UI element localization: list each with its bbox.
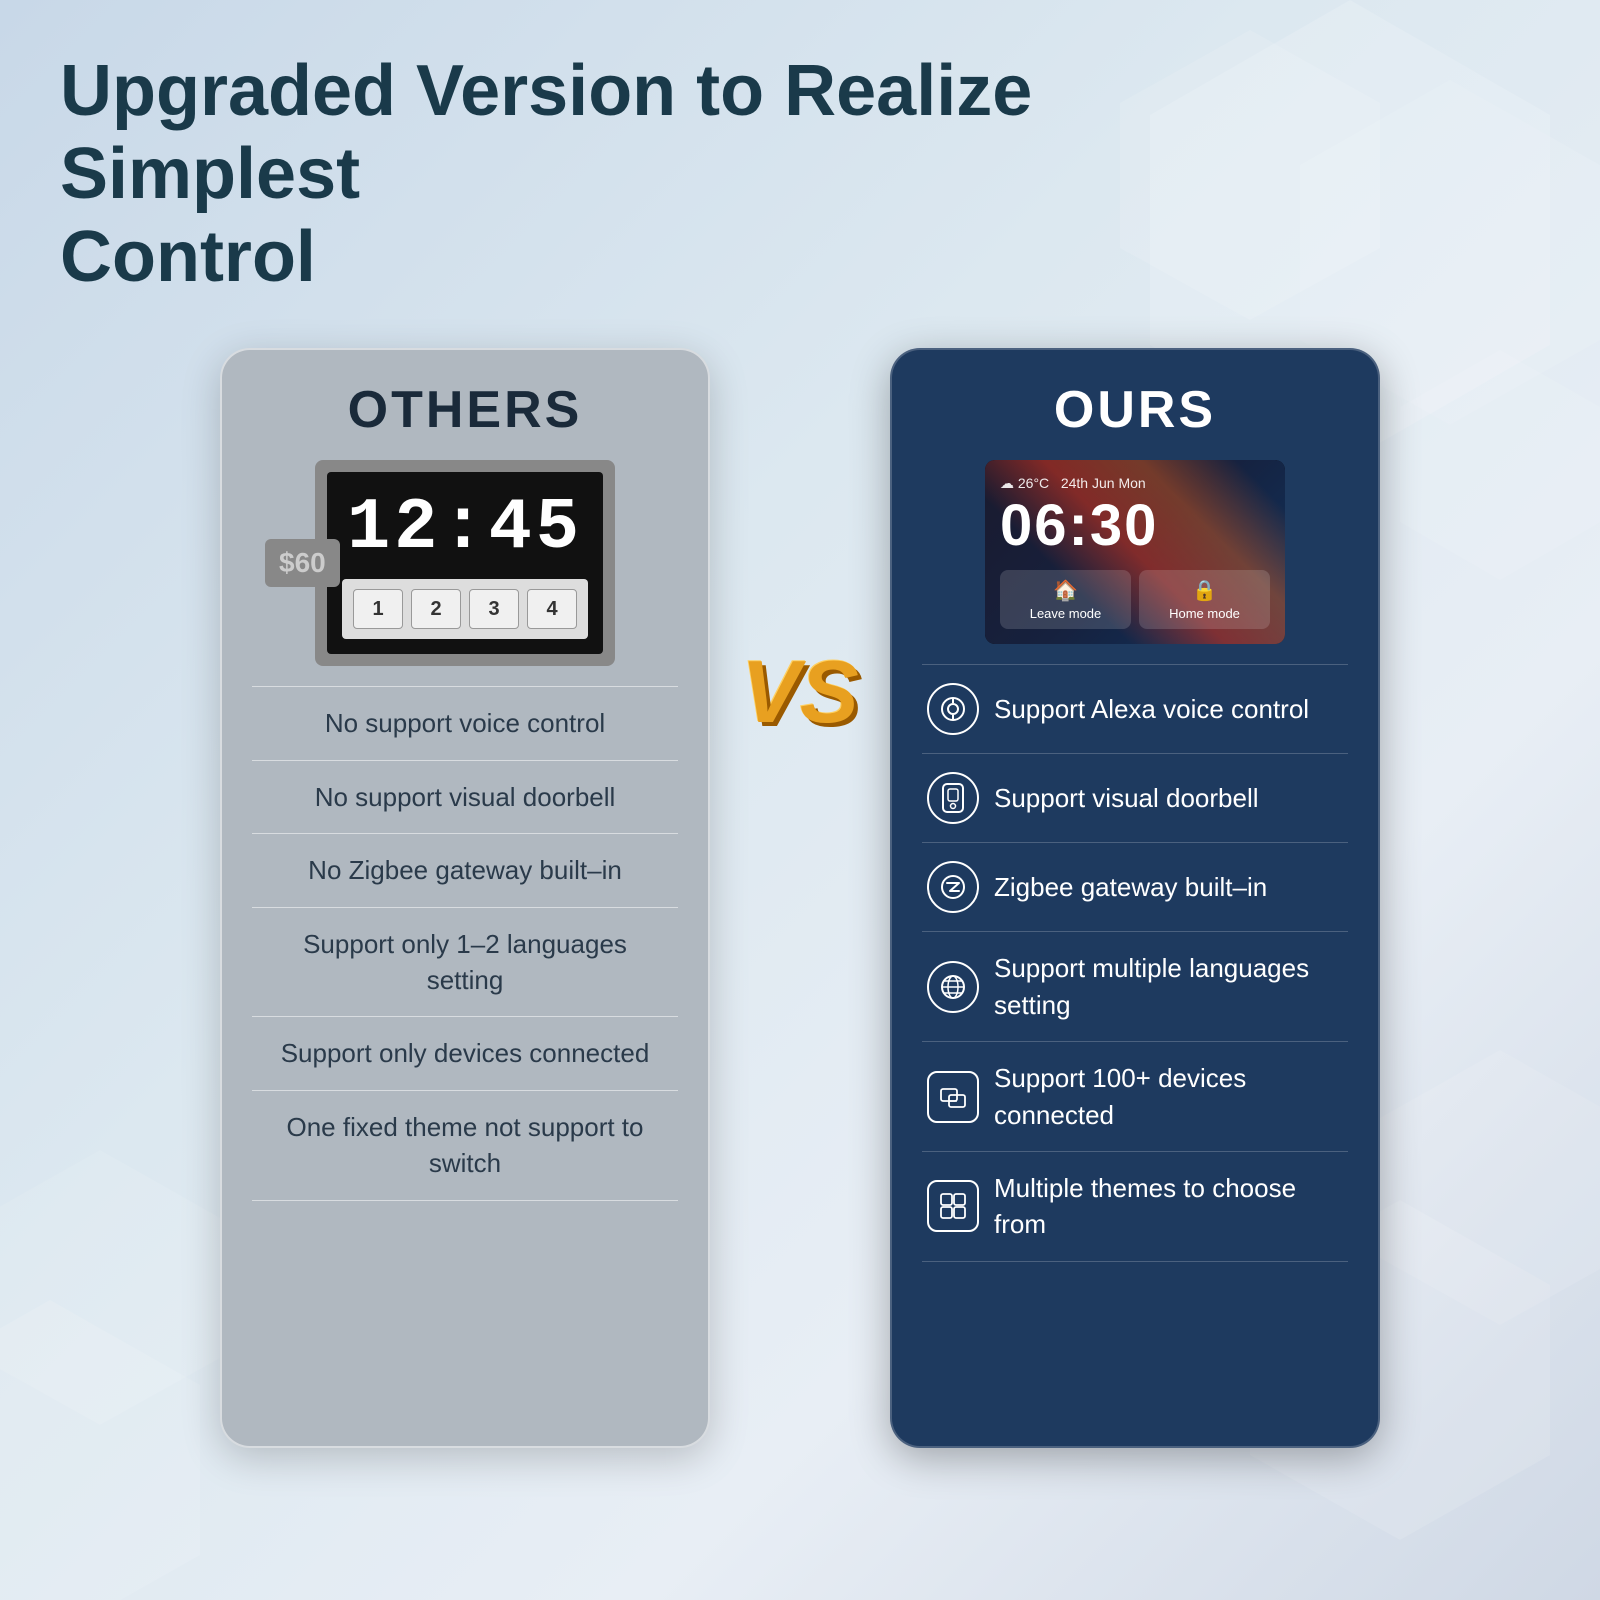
vs-container: VS xyxy=(740,648,860,736)
ours-feature-1: Support Alexa voice control xyxy=(922,664,1348,753)
date-info: 24th Jun Mon xyxy=(1061,475,1146,491)
old-screen: 12:45 1 2 3 4 xyxy=(327,472,603,654)
zigbee-icon xyxy=(927,861,979,913)
ours-feature-3: Zigbee gateway built–in xyxy=(922,842,1348,931)
alexa-icon xyxy=(927,683,979,735)
old-time-display: 12:45 xyxy=(342,492,588,564)
old-device: $60 12:45 1 2 3 4 xyxy=(315,460,615,666)
ours-title: OURS xyxy=(922,380,1348,440)
home-mode-icon: 🔒 xyxy=(1151,578,1258,603)
home-mode-btn: 🔒 Home mode xyxy=(1139,570,1270,629)
ours-card: OURS ☁ 26°C 24th Jun Mon 06:30 🏠 xyxy=(890,348,1380,1448)
new-screen-content: ☁ 26°C 24th Jun Mon 06:30 🏠 Leave mode 🔒 xyxy=(1000,475,1270,629)
new-screen: ☁ 26°C 24th Jun Mon 06:30 🏠 Leave mode 🔒 xyxy=(985,460,1285,644)
others-feature-3: No Zigbee gateway built–in xyxy=(252,833,678,906)
price-tag: $60 xyxy=(265,539,340,587)
ours-feature-list: Support Alexa voice control Support visu… xyxy=(922,664,1348,1261)
old-btn-1: 1 xyxy=(353,589,403,629)
leave-mode-btn: 🏠 Leave mode xyxy=(1000,570,1131,629)
others-feature-1: No support voice control xyxy=(252,686,678,759)
others-feature-5: Support only devices connected xyxy=(252,1016,678,1089)
globe-icon xyxy=(927,961,979,1013)
themes-icon xyxy=(927,1180,979,1232)
others-card: OTHERS $60 12:45 1 2 3 4 No support vo xyxy=(220,348,710,1448)
page-title: Upgraded Version to Realize Simplest Con… xyxy=(60,50,1160,298)
mode-buttons: 🏠 Leave mode 🔒 Home mode xyxy=(1000,570,1270,629)
old-buttons: 1 2 3 4 xyxy=(342,579,588,639)
vs-label: VS xyxy=(741,648,858,736)
others-feature-6: One fixed theme not support to switch xyxy=(252,1090,678,1201)
comparison-container: OTHERS $60 12:45 1 2 3 4 No support vo xyxy=(60,348,1540,1448)
others-feature-list: No support voice control No support visu… xyxy=(252,686,678,1200)
leave-mode-icon: 🏠 xyxy=(1012,578,1119,603)
ours-feature-2: Support visual doorbell xyxy=(922,753,1348,842)
ours-feature-6: Multiple themes to choose from xyxy=(922,1151,1348,1262)
ours-feature-4: Support multiple languages setting xyxy=(922,931,1348,1041)
ours-feature-5: Support 100+ devices connected xyxy=(922,1041,1348,1151)
others-title: OTHERS xyxy=(252,380,678,440)
others-feature-4: Support only 1–2 languages setting xyxy=(252,907,678,1017)
others-feature-2: No support visual doorbell xyxy=(252,760,678,833)
old-btn-2: 2 xyxy=(411,589,461,629)
weather-info: ☁ 26°C 24th Jun Mon xyxy=(1000,475,1270,492)
old-btn-3: 3 xyxy=(469,589,519,629)
page-content: Upgraded Version to Realize Simplest Con… xyxy=(0,0,1600,1488)
doorbell-icon xyxy=(927,772,979,824)
devices-icon xyxy=(927,1071,979,1123)
new-time-display: 06:30 xyxy=(1000,497,1270,555)
new-device: ☁ 26°C 24th Jun Mon 06:30 🏠 Leave mode 🔒 xyxy=(985,460,1285,644)
old-btn-4: 4 xyxy=(527,589,577,629)
